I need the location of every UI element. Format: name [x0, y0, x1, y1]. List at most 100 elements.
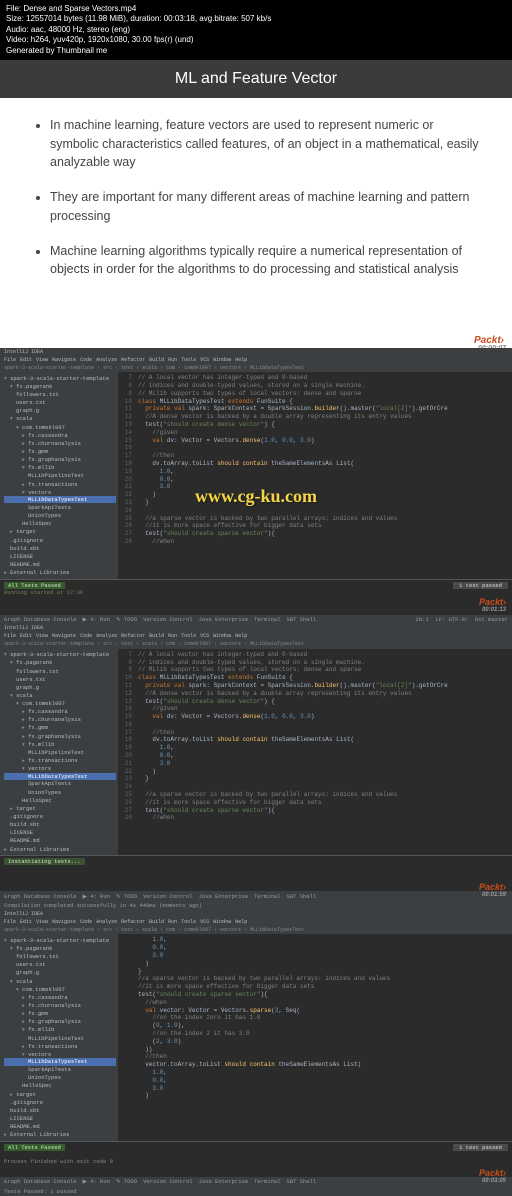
- menu-item[interactable]: Run: [168, 357, 177, 364]
- tool-tab[interactable]: Terminal: [254, 616, 280, 623]
- tree-node[interactable]: SparkApiTests: [4, 503, 116, 511]
- tree-node[interactable]: External Libraries: [4, 845, 116, 853]
- menu-item[interactable]: Help: [235, 633, 247, 640]
- run-panel[interactable]: All Tests Passed 1 test passed Process f…: [0, 1141, 512, 1177]
- tree-node[interactable]: fx.churnanalysis: [4, 716, 116, 724]
- tree-node[interactable]: External Libraries: [4, 1131, 116, 1139]
- tool-tab[interactable]: Terminal: [254, 1178, 280, 1185]
- menu-item[interactable]: Build: [149, 357, 164, 364]
- tree-node[interactable]: fx.graphanalysis: [4, 732, 116, 740]
- code-editor[interactable]: 1.0, 0.0, 3.0 ) } //a sparse vector is b…: [118, 934, 512, 1141]
- tree-node[interactable]: com.tomekl007: [4, 423, 116, 431]
- menu-item[interactable]: File: [4, 633, 16, 640]
- tool-tab[interactable]: SBT Shell: [287, 1178, 317, 1185]
- tool-tab[interactable]: ▶ 4: Run: [83, 893, 110, 900]
- tree-node[interactable]: fx.mllib: [4, 1026, 116, 1034]
- menu-item[interactable]: Analyze: [96, 919, 117, 926]
- menu-item[interactable]: Refactor: [121, 633, 145, 640]
- tree-node[interactable]: graph.g: [4, 683, 116, 691]
- menu-item[interactable]: File: [4, 357, 16, 364]
- tree-node[interactable]: scala: [4, 977, 116, 985]
- menu-item[interactable]: View: [36, 633, 48, 640]
- menu-item[interactable]: Navigate: [52, 633, 76, 640]
- menu-item[interactable]: Window: [213, 357, 231, 364]
- tree-node[interactable]: followers.txt: [4, 953, 116, 961]
- tree-node[interactable]: fx.transactions: [4, 757, 116, 765]
- menu-item[interactable]: Refactor: [121, 919, 145, 926]
- menu-item[interactable]: Help: [235, 919, 247, 926]
- tool-tab[interactable]: SBT Shell: [287, 893, 317, 900]
- menubar[interactable]: FileEditViewNavigateCodeAnalyzeRefactorB…: [0, 633, 512, 641]
- tree-node[interactable]: followers.txt: [4, 667, 116, 675]
- tree-node[interactable]: spark-3-scala-starter-template: [4, 936, 116, 944]
- menu-item[interactable]: View: [36, 919, 48, 926]
- tree-node[interactable]: fx.gmm: [4, 724, 116, 732]
- tree-node[interactable]: MLLibDataTypesTest: [4, 1058, 116, 1065]
- tree-node[interactable]: users.txt: [4, 675, 116, 683]
- menu-item[interactable]: Navigate: [52, 919, 76, 926]
- tool-tab[interactable]: Java Enterprise: [199, 616, 249, 623]
- tree-node[interactable]: build.sbt: [4, 544, 116, 552]
- tree-node[interactable]: README.md: [4, 1123, 116, 1131]
- tree-node[interactable]: users.txt: [4, 961, 116, 969]
- tree-node[interactable]: build.sbt: [4, 1106, 116, 1114]
- tree-node[interactable]: fx.gmm: [4, 447, 116, 455]
- tree-node[interactable]: HelloSpec: [4, 1082, 116, 1090]
- tool-tab[interactable]: Graph Database Console: [4, 893, 77, 900]
- tool-tab[interactable]: ✎ TODO: [116, 1178, 137, 1185]
- menu-item[interactable]: Code: [80, 633, 92, 640]
- tree-node[interactable]: fx.churnanalysis: [4, 1002, 116, 1010]
- tool-tab[interactable]: Terminal: [254, 893, 280, 900]
- tree-node[interactable]: README.md: [4, 837, 116, 845]
- menu-item[interactable]: Tools: [181, 919, 196, 926]
- tree-node[interactable]: target: [4, 1090, 116, 1098]
- tree-node[interactable]: users.txt: [4, 399, 116, 407]
- tree-node[interactable]: MLLibPipelineTest: [4, 472, 116, 480]
- project-tree[interactable]: spark-3-scala-starter-templatefx.pageran…: [0, 372, 118, 579]
- menu-item[interactable]: VCS: [200, 633, 209, 640]
- tree-node[interactable]: vectors: [4, 1050, 116, 1058]
- tool-tab[interactable]: Version Control: [143, 893, 193, 900]
- tree-node[interactable]: fx.transactions: [4, 1042, 116, 1050]
- tree-node[interactable]: LICENSE: [4, 1114, 116, 1122]
- tree-node[interactable]: scala: [4, 415, 116, 423]
- menu-item[interactable]: Analyze: [96, 357, 117, 364]
- tree-node[interactable]: graph.g: [4, 969, 116, 977]
- tree-node[interactable]: target: [4, 804, 116, 812]
- code-editor[interactable]: 7// A local vector has integer-typed and…: [118, 372, 512, 579]
- menu-item[interactable]: Edit: [20, 357, 32, 364]
- project-tree[interactable]: spark-3-scala-starter-templatefx.pageran…: [0, 934, 118, 1141]
- menu-item[interactable]: View: [36, 357, 48, 364]
- tree-node[interactable]: fx.gmm: [4, 1010, 116, 1018]
- tree-node[interactable]: fx.graphanalysis: [4, 1018, 116, 1026]
- tree-node[interactable]: com.tomekl007: [4, 700, 116, 708]
- tree-node[interactable]: MLLibDataTypesTest: [4, 496, 116, 503]
- tree-node[interactable]: fx.pagerank: [4, 945, 116, 953]
- menu-item[interactable]: Code: [80, 919, 92, 926]
- tree-node[interactable]: target: [4, 528, 116, 536]
- menu-item[interactable]: Tools: [181, 633, 196, 640]
- breadcrumb[interactable]: spark-3-scala-starter-template › src › t…: [0, 641, 512, 649]
- tree-node[interactable]: UnionTypes: [4, 1074, 116, 1082]
- tool-tab[interactable]: Java Enterprise: [199, 893, 249, 900]
- tree-node[interactable]: README.md: [4, 560, 116, 568]
- tool-tab[interactable]: ▶ 4: Run: [83, 1178, 110, 1185]
- tree-node[interactable]: LICENSE: [4, 552, 116, 560]
- tree-node[interactable]: HelloSpec: [4, 520, 116, 528]
- tree-node[interactable]: HelloSpec: [4, 796, 116, 804]
- menu-item[interactable]: Build: [149, 633, 164, 640]
- tool-tab[interactable]: ✎ TODO: [116, 893, 137, 900]
- tree-node[interactable]: spark-3-scala-starter-template: [4, 374, 116, 382]
- tree-node[interactable]: External Libraries: [4, 569, 116, 577]
- tool-tab[interactable]: Graph Database Console: [4, 616, 77, 623]
- menu-item[interactable]: VCS: [200, 357, 209, 364]
- tree-node[interactable]: fx.cassandra: [4, 431, 116, 439]
- tree-node[interactable]: fx.cassandra: [4, 993, 116, 1001]
- tree-node[interactable]: UnionTypes: [4, 788, 116, 796]
- tree-node[interactable]: vectors: [4, 765, 116, 773]
- menubar[interactable]: FileEditViewNavigateCodeAnalyzeRefactorB…: [0, 356, 512, 364]
- tool-tab[interactable]: SBT Shell: [287, 616, 317, 623]
- run-panel[interactable]: All Tests Passed 1 test passed Running s…: [0, 579, 512, 615]
- tree-node[interactable]: followers.txt: [4, 390, 116, 398]
- breadcrumb[interactable]: spark-3-scala-starter-template › src › t…: [0, 364, 512, 372]
